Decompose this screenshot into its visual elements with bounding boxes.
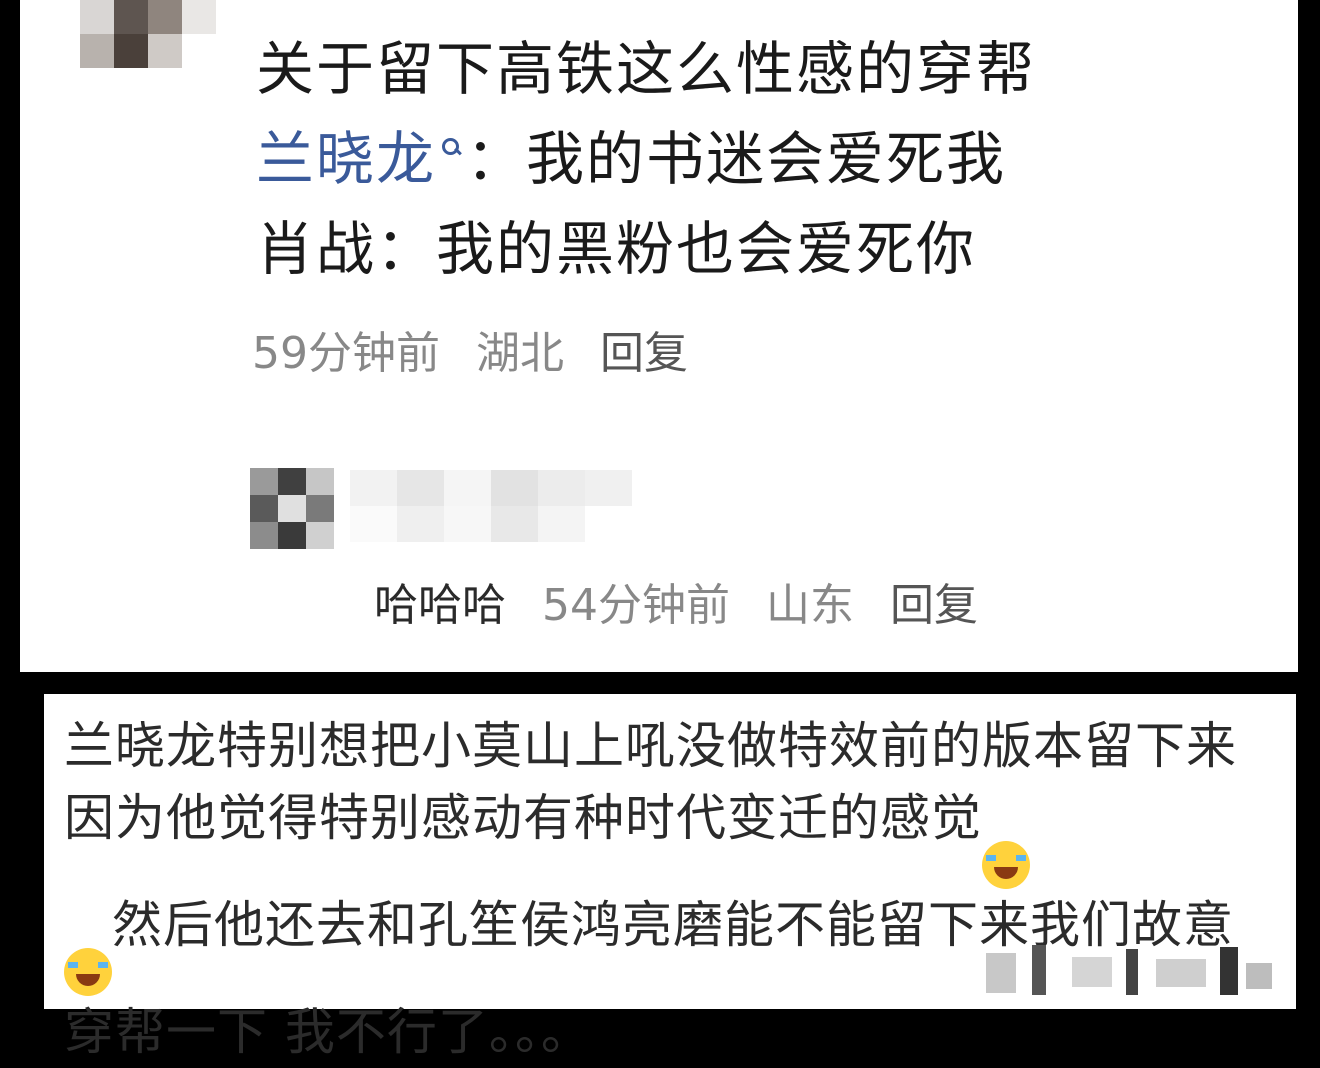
reply-meta: 哈哈哈 54分钟前 山东 回复 [374, 584, 1000, 628]
post-card: 兰晓龙特别想把小莫山上吼没做特效前的版本留下来 因为他觉得特别感动有种时代变迁的… [44, 694, 1296, 1061]
comment-line-2-text: ：我的书迷会爱死我 [466, 125, 1007, 193]
watermark [976, 939, 1276, 999]
reply-time: 54分钟前 [542, 580, 730, 631]
avatar[interactable] [80, 0, 216, 68]
reply-avatar[interactable] [250, 468, 334, 549]
post-text: 兰晓龙特别想把小莫山上吼没做特效前的版本留下来 因为他觉得特别感动有种时代变迁的… [64, 710, 1244, 1068]
reply-text: 哈哈哈 [374, 580, 506, 631]
comment-meta: 59分钟前 湖北 回复 [252, 332, 710, 376]
reply-location: 山东 [766, 580, 854, 631]
reply-button[interactable]: 回复 [600, 328, 688, 379]
comment-line-1: 关于留下高铁这么性感的穿帮 [256, 35, 1037, 103]
laughing-crying-emoji-icon: 😂 [982, 841, 1030, 889]
search-icon[interactable] [440, 136, 462, 158]
reply-reply-button[interactable]: 回复 [890, 580, 978, 631]
author-link[interactable]: 兰晓龙 [256, 125, 436, 193]
comment-line-2: 兰晓龙 ：我的书迷会爱死我 [256, 130, 1006, 188]
comment-card: 关于留下高铁这么性感的穿帮 兰晓龙 ：我的书迷会爱死我 肖战：我的黑粉也会爱死你 … [20, 0, 1298, 672]
laughing-crying-emoji-icon: 😂 [64, 948, 112, 996]
comment-time: 59分钟前 [252, 328, 440, 379]
comment-line-3: 肖战：我的黑粉也会爱死你 [256, 215, 977, 283]
reply-username[interactable] [350, 470, 632, 542]
post-text-part-1: 兰晓龙特别想把小莫山上吼没做特效前的版本留下来 因为他觉得特别感动有种时代变迁的… [64, 717, 1237, 847]
comment-location: 湖北 [476, 328, 564, 379]
